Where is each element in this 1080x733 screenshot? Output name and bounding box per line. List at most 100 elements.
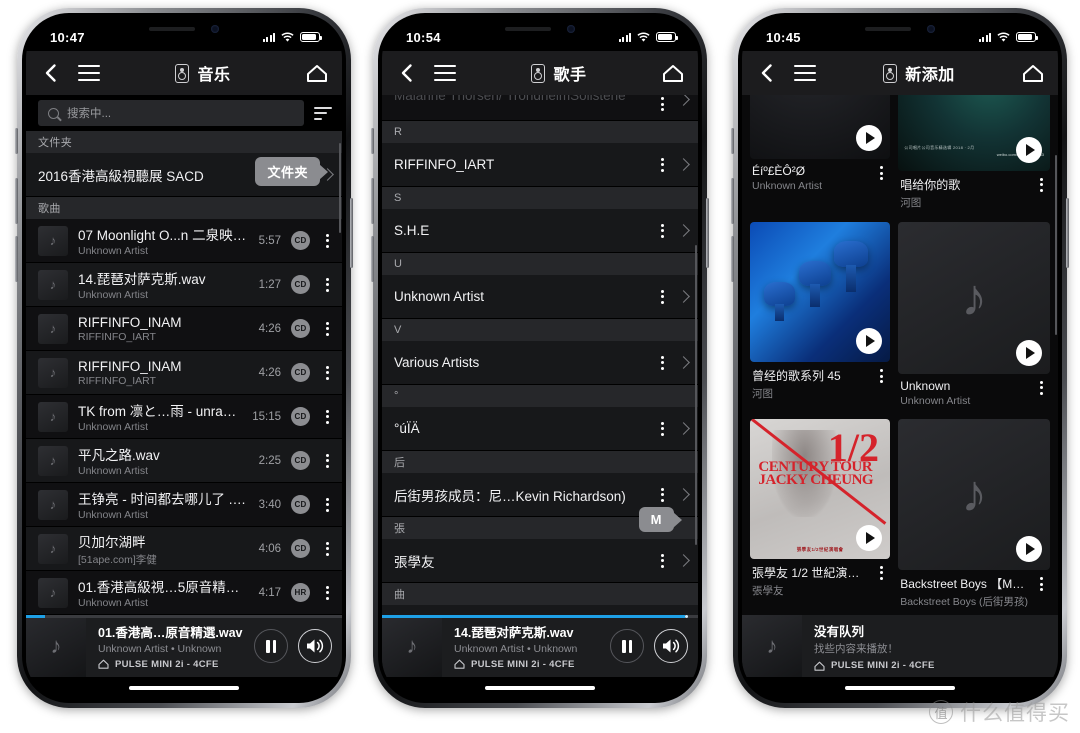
pause-button[interactable] [610,629,644,663]
overflow-menu-icon[interactable] [320,364,334,382]
album-card[interactable]: ♪ Unknown Unknown Artist [898,221,1050,411]
back-icon[interactable] [396,62,418,84]
hamburger-icon[interactable] [434,65,456,81]
hamburger-icon[interactable] [78,65,100,81]
song-title: TK from 凛と…雨 - unravel.wav [78,404,242,419]
watermark-text: 什么值得买 [960,702,1070,725]
overflow-menu-icon[interactable] [320,276,334,294]
overflow-menu-icon[interactable] [655,420,669,438]
phone-2-list[interactable]: Malanne Thorsen/ TrondheimSolistene R RI… [382,95,698,615]
table-row[interactable]: 曲婉婷 [382,605,698,615]
table-row[interactable]: °úÏÄ [382,407,698,451]
overflow-menu-icon[interactable] [320,540,334,558]
table-row[interactable]: ♪ 王铮亮 - 时间都去哪儿了 .wav Unknown Artist 3:40… [26,483,342,527]
phone-2-home-indicator[interactable] [382,677,698,699]
table-row[interactable]: ♪ 贝加尔湖畔 [51ape.com]李健 4:06 CD [26,527,342,571]
overflow-menu-icon[interactable] [320,232,334,250]
album-card[interactable]: 曾经的歌系列 45 河图 [750,221,891,411]
home-icon[interactable] [306,63,328,83]
table-row[interactable]: 張學友 [382,539,698,583]
table-row[interactable]: RIFFINFO_IART [382,143,698,187]
table-row[interactable]: S.H.E [382,209,698,253]
overflow-menu-icon[interactable] [655,156,669,174]
home-icon[interactable] [1022,63,1044,83]
phone-1-mute-switch[interactable] [15,128,18,154]
table-row[interactable]: ♪ TK from 凛と…雨 - unravel.wav Unknown Art… [26,395,342,439]
album-artwork: 歌 公司唱片公司音乐精选辑 2018 · 2月 weibo.com/f-7561… [898,95,1050,171]
overflow-menu-icon[interactable] [320,452,334,470]
phone-2-now-playing-bar[interactable]: ♪ 14.琵琶对萨克斯.wav Unknown Artist • Unknown… [382,615,698,677]
overflow-menu-icon[interactable] [655,354,669,372]
volume-button[interactable] [298,629,332,663]
play-icon[interactable] [1016,136,1042,163]
back-icon[interactable] [756,62,778,84]
phone-3-home-indicator[interactable] [742,677,1058,699]
table-row[interactable]: ♪ 07 Moonlight O...n 二泉映月.wav Unknown Ar… [26,219,342,263]
home-icon[interactable] [662,63,684,83]
phone-3-now-playing-bar[interactable]: ♪ 没有队列 找些内容来播放！ PULSE MINI 2i - 4CFE [742,615,1058,677]
table-row[interactable]: ♪ 平凡之路.wav Unknown Artist 2:25 CD [26,439,342,483]
phone-3-album-grid[interactable]: Éíº£ÈÔ²Ø Unknown Artist 歌 公司唱片公司音乐精选辑 20… [742,95,1058,615]
hamburger-icon[interactable] [794,65,816,81]
scrollbar-thumb[interactable] [1054,155,1057,335]
overflow-menu-icon[interactable] [1034,176,1048,194]
overflow-menu-icon[interactable] [655,222,669,240]
phone-1-volume-down[interactable] [15,236,18,282]
progress-bar[interactable] [26,615,342,618]
overflow-menu-icon[interactable] [1034,575,1048,593]
table-row[interactable]: Malanne Thorsen/ TrondheimSolistene [382,95,698,121]
overflow-menu-icon[interactable] [320,584,334,602]
sort-icon[interactable] [314,106,332,120]
phone-3-mute-switch[interactable] [731,128,734,154]
search-input[interactable]: 搜索中... [38,100,304,126]
overflow-menu-icon[interactable] [874,367,888,385]
play-icon[interactable] [856,328,883,354]
phone-1-volume-up[interactable] [15,178,18,224]
phone-2-power-button[interactable] [706,198,709,268]
song-duration: 5:57 [258,234,281,247]
phone-2-volume-down[interactable] [371,236,374,282]
phone-2-volume-up[interactable] [371,178,374,224]
phone-1-now-playing-bar[interactable]: ♪ 01.香港高…原音精選.wav Unknown Artist • Unkno… [26,615,342,677]
phone-3-power-button[interactable] [1066,198,1069,268]
album-card[interactable]: 1/2 CENTURY TOUR JACKY CHEUNG 張學友1/2世紀演唱… [750,418,891,614]
phone-2-mute-switch[interactable] [371,128,374,154]
overflow-menu-icon[interactable] [655,288,669,306]
play-icon[interactable] [856,524,883,551]
back-icon[interactable] [40,62,62,84]
overflow-menu-icon[interactable] [655,95,669,113]
play-icon[interactable] [1016,536,1042,563]
phone-1-home-indicator[interactable] [26,677,342,699]
album-card[interactable]: 歌 公司唱片公司音乐精选辑 2018 · 2月 weibo.com/f-7561… [898,95,1050,214]
play-icon[interactable] [1016,339,1042,366]
overflow-menu-icon[interactable] [320,320,334,338]
album-card[interactable]: Éíº£ÈÔ²Ø Unknown Artist [750,95,891,214]
overflow-menu-icon[interactable] [320,408,334,426]
phone-1-list[interactable]: 文件夹 2016香港高級視聽展 SACD 歌曲 ♪ 07 Moonlight O… [26,131,342,615]
overflow-menu-icon[interactable] [1034,379,1048,397]
table-row[interactable]: ♪ 01.香港高級視…5原音精選.wav Unknown Artist 4:17… [26,571,342,615]
phone-3-volume-down[interactable] [731,236,734,282]
overflow-menu-icon[interactable] [655,486,669,504]
album-card[interactable]: ♪ Backstreet Boys 【M… Backstreet Boys (后… [898,418,1050,614]
play-icon[interactable] [856,125,883,152]
overflow-menu-icon[interactable] [655,552,669,570]
progress-bar[interactable] [382,615,698,618]
table-row[interactable]: ♪ RIFFINFO_INAM RIFFINFO_IART 4:26 CD [26,351,342,395]
overflow-menu-icon[interactable] [320,496,334,514]
table-row[interactable]: Various Artists [382,341,698,385]
scrollbar-thumb[interactable] [338,143,341,233]
table-row[interactable]: ♪ RIFFINFO_INAM RIFFINFO_IART 4:26 CD [26,307,342,351]
phone-3-volume-up[interactable] [731,178,734,224]
pause-button[interactable] [254,629,288,663]
song-title: 01.香港高級視…5原音精選.wav [78,580,249,595]
section-header: S [382,187,698,209]
overflow-menu-icon[interactable] [874,564,888,582]
scrollbar-thumb[interactable] [694,245,697,545]
table-row[interactable]: ♪ 14.琵琶对萨克斯.wav Unknown Artist 1:27 CD [26,263,342,307]
phone-1-power-button[interactable] [350,198,353,268]
list-item-text: Various Artists [394,355,645,370]
volume-button[interactable] [654,629,688,663]
overflow-menu-icon[interactable] [874,164,888,182]
table-row[interactable]: Unknown Artist [382,275,698,319]
